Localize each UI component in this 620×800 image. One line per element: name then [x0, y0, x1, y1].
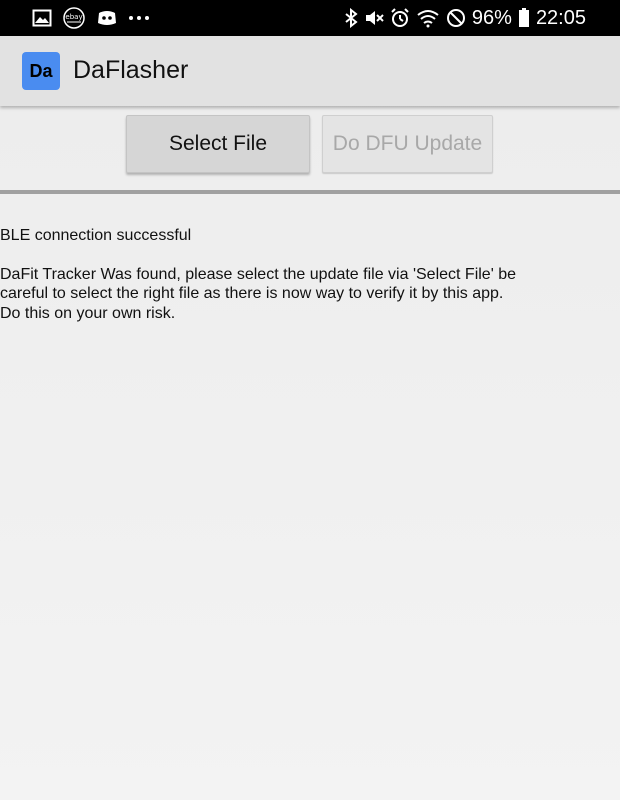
app-bar: Da DaFlasher: [0, 36, 620, 106]
log-output: BLE connection successful DaFit Tracker …: [0, 226, 520, 323]
battery-percent: 96%: [471, 6, 512, 29]
app-logo: Da: [22, 52, 60, 90]
log-line: DaFit Tracker Was found, please select t…: [0, 265, 516, 322]
status-left-icons: ebay: [32, 6, 150, 30]
select-file-button[interactable]: Select File: [126, 115, 310, 173]
app-title: DaFlasher: [73, 56, 189, 84]
status-right-icons: 96% 22:05: [344, 6, 586, 30]
do-dfu-update-button[interactable]: Do DFU Update: [322, 115, 493, 173]
status-bar: ebay 96% 22:05: [0, 0, 620, 36]
action-toolbar: Select File Do DFU Update: [0, 110, 620, 192]
discord-icon: [96, 8, 118, 28]
battery-icon: [518, 8, 530, 28]
more-dots-icon: [128, 15, 150, 21]
clock: 22:05: [535, 6, 586, 29]
image-icon: [32, 8, 52, 28]
ebay-icon: ebay: [62, 7, 86, 29]
log-line: BLE connection successful: [0, 227, 192, 244]
alarm-icon: [390, 8, 410, 28]
ebay-text: ebay: [65, 13, 82, 21]
bluetooth-icon: [344, 8, 358, 28]
mute-icon: [364, 8, 384, 28]
wifi-icon: [416, 8, 440, 28]
divider: [0, 190, 620, 194]
do-not-disturb-icon: [446, 8, 466, 28]
